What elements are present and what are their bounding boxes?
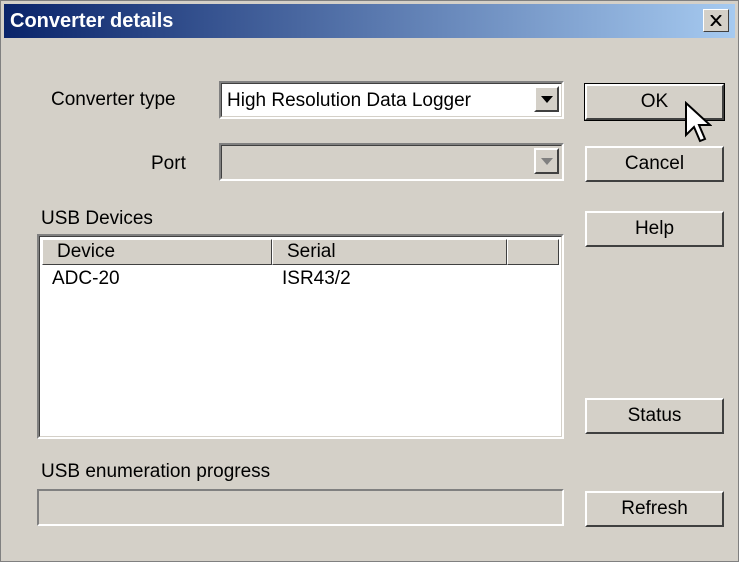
converter-type-value: High Resolution Data Logger xyxy=(227,90,471,111)
chevron-down-icon xyxy=(540,157,553,165)
table-row[interactable]: ADC-20 ISR43/2 xyxy=(42,265,559,293)
converter-type-label: Converter type xyxy=(51,89,176,110)
mouse-pointer-icon xyxy=(685,101,712,143)
port-dropdown-button xyxy=(534,148,559,174)
cell-serial: ISR43/2 xyxy=(282,268,351,289)
converter-details-dialog: Converter details Converter type High Re… xyxy=(0,0,739,562)
cell-device: ADC-20 xyxy=(52,268,120,289)
cancel-button[interactable]: Cancel xyxy=(585,146,724,182)
title-bar[interactable]: Converter details xyxy=(4,4,735,38)
progress-label: USB enumeration progress xyxy=(41,461,271,482)
help-button[interactable]: Help xyxy=(585,211,724,247)
port-select xyxy=(219,143,564,181)
converter-type-dropdown-button[interactable] xyxy=(534,86,559,112)
status-button[interactable]: Status xyxy=(585,398,724,434)
usb-devices-label: USB Devices xyxy=(41,208,153,229)
close-icon xyxy=(710,15,722,26)
column-header-device[interactable]: Device xyxy=(42,239,272,265)
close-button[interactable] xyxy=(703,9,729,32)
refresh-button[interactable]: Refresh xyxy=(585,491,724,527)
window-title: Converter details xyxy=(10,10,174,32)
column-header-serial[interactable]: Serial xyxy=(272,239,507,265)
usb-devices-list[interactable]: Device Serial ADC-20 ISR43/2 xyxy=(37,234,564,439)
port-label: Port xyxy=(151,153,186,174)
column-header-blank[interactable] xyxy=(507,239,559,265)
chevron-down-icon xyxy=(540,95,553,103)
usb-enumeration-progress-bar xyxy=(37,489,564,526)
converter-type-select[interactable]: High Resolution Data Logger xyxy=(219,81,564,119)
